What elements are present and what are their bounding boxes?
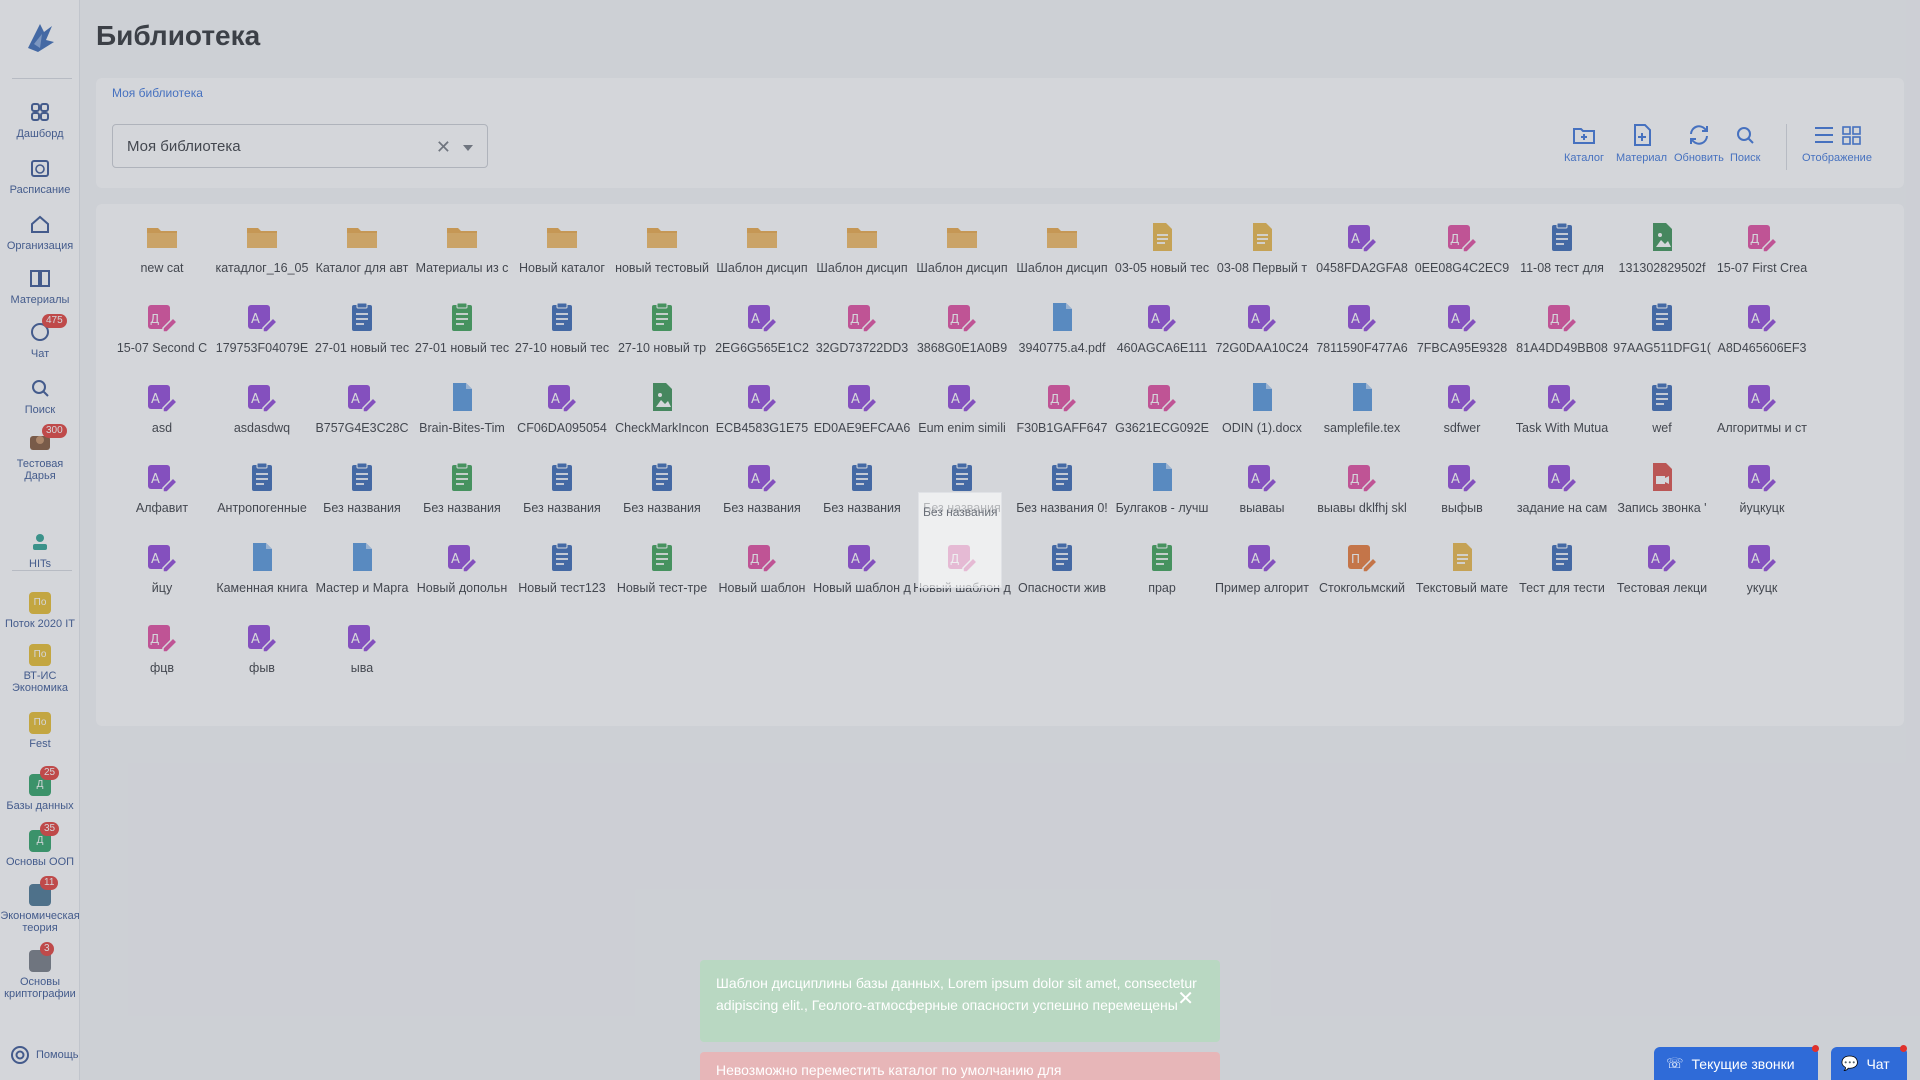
close-icon[interactable]: ✕	[1177, 988, 1194, 1010]
phone-icon: ☏	[1666, 1055, 1684, 1071]
current-calls-button[interactable]: ☏ Текущие звонки	[1654, 1047, 1818, 1080]
notification-dot	[1812, 1045, 1819, 1052]
chat-icon: 💬	[1841, 1055, 1859, 1071]
chat-button[interactable]: 💬 Чат	[1831, 1047, 1907, 1080]
current-calls-label: Текущие звонки	[1691, 1055, 1795, 1072]
success-toast-text: Шаблон дисциплины базы данных, Lorem ips…	[716, 975, 1197, 1013]
error-toast: Невозможно переместить каталог по умолча…	[700, 1052, 1220, 1080]
success-toast: Шаблон дисциплины базы данных, Lorem ips…	[700, 960, 1220, 1042]
drag-preview[interactable]: Без названия	[918, 492, 1002, 588]
notification-dot	[1900, 1045, 1907, 1052]
chat-label: Чат	[1866, 1055, 1890, 1072]
error-toast-text: Невозможно переместить каталог по умолча…	[716, 1062, 1062, 1078]
drag-preview-label: Без названия	[923, 505, 998, 519]
